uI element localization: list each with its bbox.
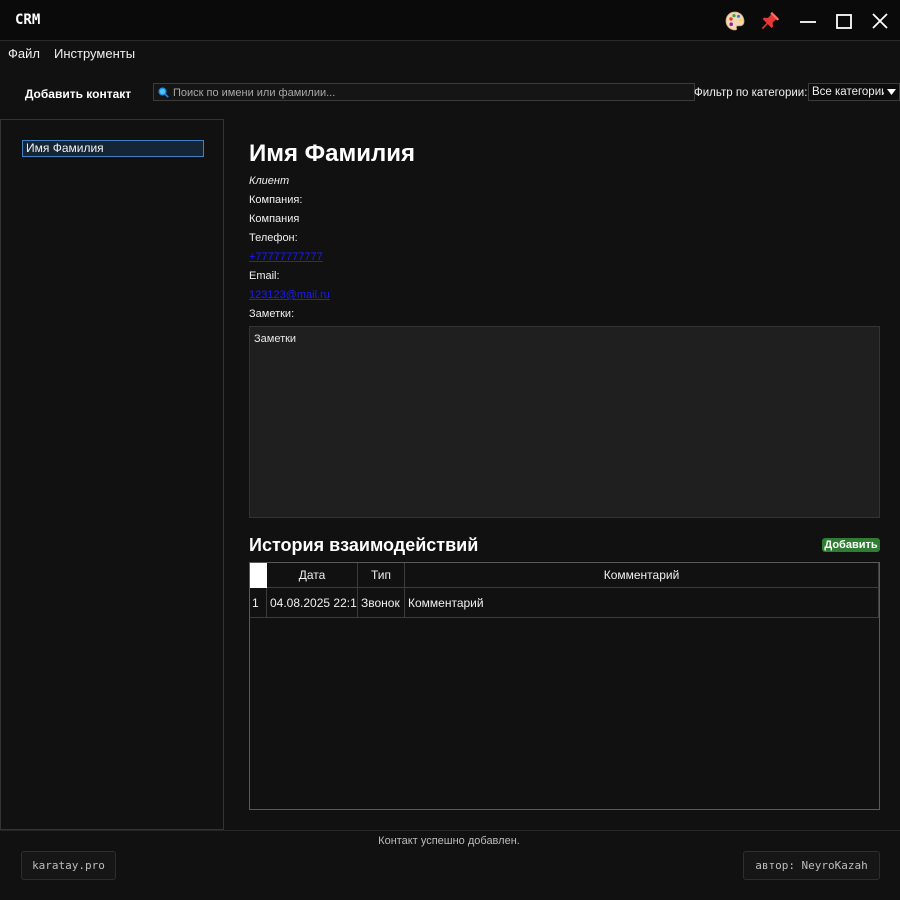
filter-label: Фильтр по категории: <box>694 87 808 99</box>
website-badge[interactable]: karatay.pro <box>21 851 116 880</box>
phone-label: Телефон: <box>249 232 298 244</box>
menu-file[interactable]: Файл <box>8 46 40 61</box>
table-corner-button[interactable] <box>250 563 267 588</box>
pin-icon[interactable] <box>758 9 782 33</box>
minimize-icon[interactable] <box>796 9 820 33</box>
company-label: Компания: <box>249 194 303 206</box>
search-box <box>153 83 695 101</box>
column-header-date[interactable]: Дата <box>267 563 358 588</box>
history-title: История взаимодействий <box>249 535 479 555</box>
chevron-down-icon <box>887 89 896 95</box>
column-header-comment[interactable]: Комментарий <box>405 563 879 588</box>
column-header-type[interactable]: Тип <box>358 563 405 588</box>
status-message: Контакт успешно добавлен. <box>378 835 520 847</box>
app-title: CRM <box>15 12 41 28</box>
search-input[interactable] <box>173 85 688 100</box>
filter-selected-value: Все категории <box>812 86 884 98</box>
menu-bar: Файл Инструменты <box>0 42 900 66</box>
category-filter-select[interactable]: Все категории <box>808 83 900 101</box>
table-cell-type[interactable]: Звонок <box>358 588 405 618</box>
add-interaction-button[interactable]: Добавить <box>822 538 880 552</box>
contact-list[interactable]: Имя Фамилия <box>0 119 224 830</box>
status-divider <box>0 830 900 831</box>
notes-label: Заметки: <box>249 308 295 320</box>
company-value: Компания <box>249 213 300 225</box>
phone-link[interactable]: +77777777777 <box>249 251 323 263</box>
add-contact-button[interactable]: Добавить контакт <box>16 84 140 104</box>
list-item[interactable]: Имя Фамилия <box>22 140 204 157</box>
author-badge[interactable]: автор: NeyroKazah <box>743 851 880 880</box>
row-number[interactable]: 1 <box>250 588 267 618</box>
close-icon[interactable] <box>868 9 892 33</box>
history-table[interactable]: Дата Тип Комментарий 1 04.08.2025 22:18 … <box>249 562 880 810</box>
palette-icon[interactable] <box>723 9 747 33</box>
search-icon <box>158 87 169 98</box>
table-cell-comment[interactable]: Комментарий <box>405 588 879 618</box>
contact-category: Клиент <box>249 175 290 187</box>
maximize-icon[interactable] <box>832 9 856 33</box>
email-link[interactable]: 123123@mail.ru <box>249 289 330 301</box>
notes-textarea[interactable]: Заметки <box>249 326 880 518</box>
contact-name-heading: Имя Фамилия <box>249 140 416 167</box>
table-cell-date[interactable]: 04.08.2025 22:18 <box>267 588 358 618</box>
title-bar: CRM <box>0 0 900 41</box>
menu-tools[interactable]: Инструменты <box>54 46 135 61</box>
email-label: Email: <box>249 270 280 282</box>
